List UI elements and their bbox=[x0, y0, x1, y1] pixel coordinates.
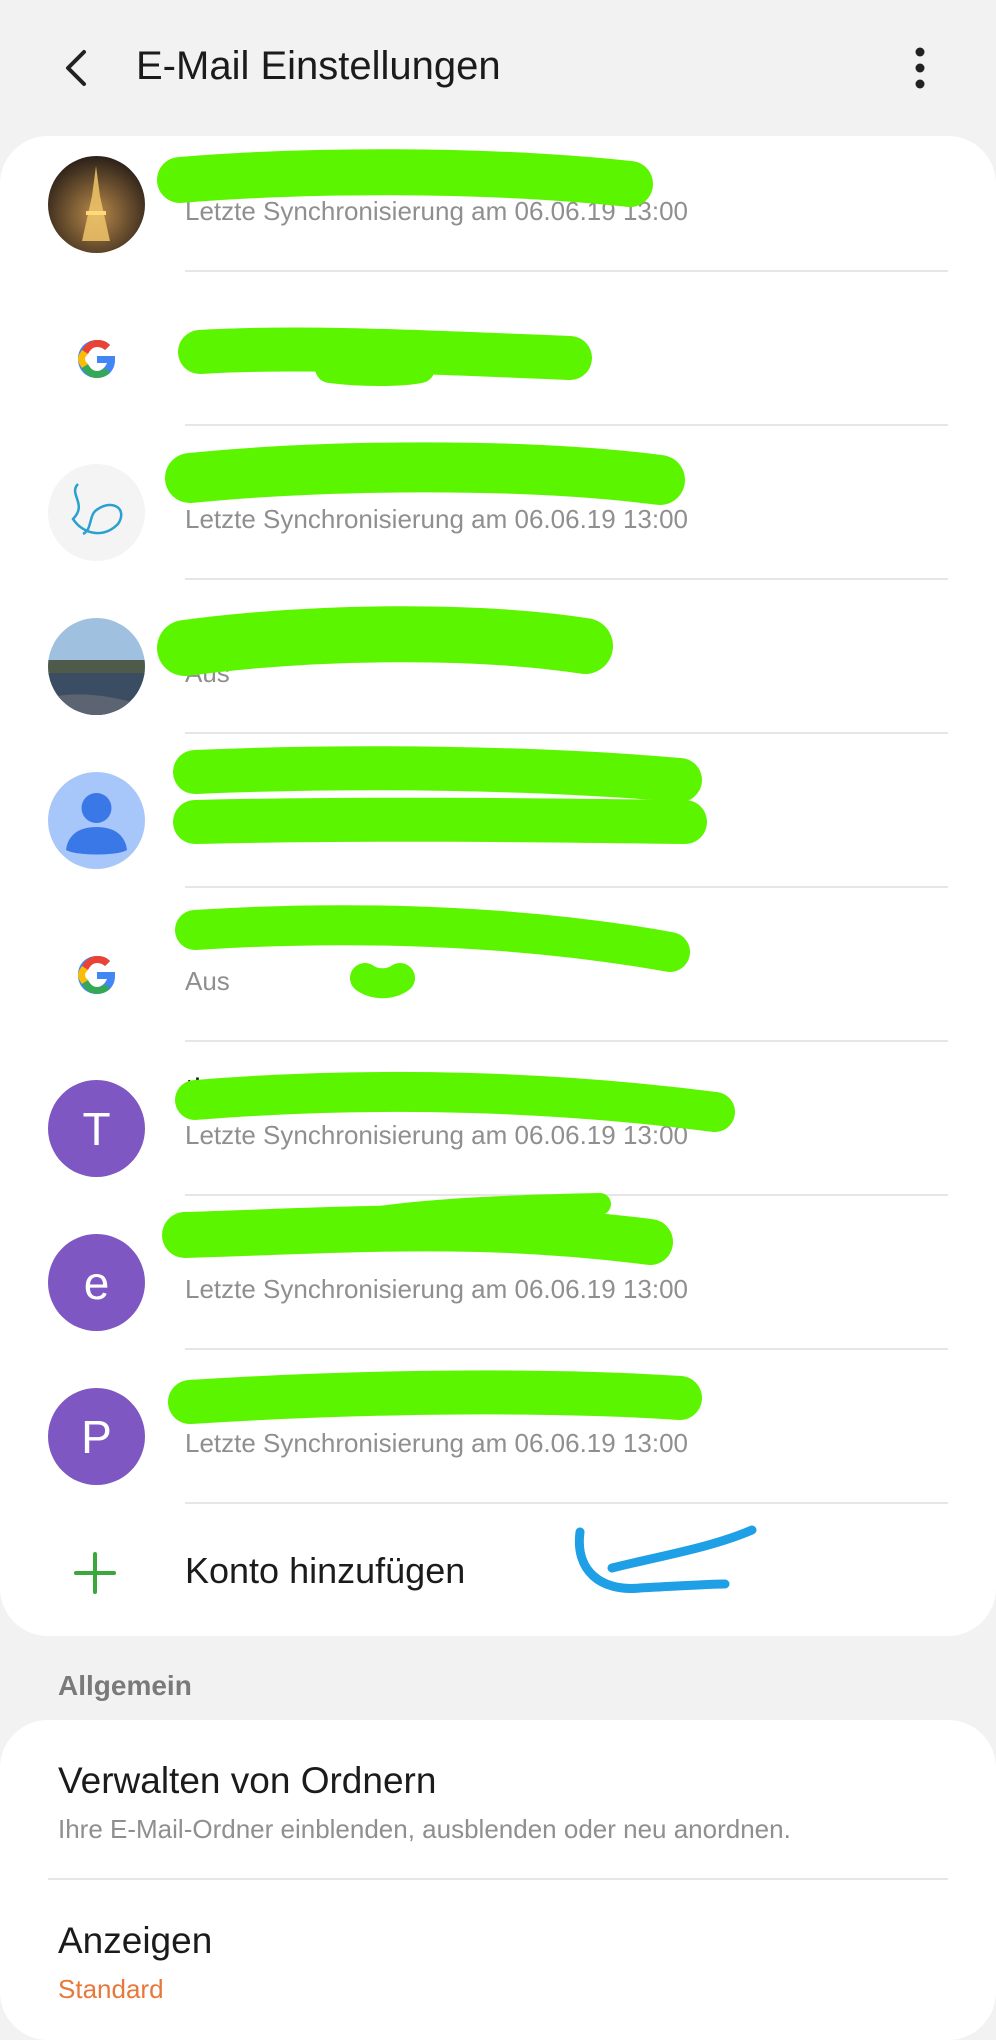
section-label-general: Allgemein bbox=[58, 1670, 192, 1701]
plus-icon bbox=[74, 1552, 116, 1594]
account-name bbox=[185, 764, 956, 806]
setting-subtitle: Ihre E-Mail-Ordner einblenden, ausblende… bbox=[58, 1814, 791, 1844]
manage-folders-item[interactable]: Verwalten von Ordnern Ihre E-Mail-Ordner… bbox=[0, 1720, 996, 1880]
letter-avatar: T bbox=[48, 1080, 145, 1177]
page-title: E-Mail Einstellungen bbox=[136, 44, 501, 88]
google-icon bbox=[48, 926, 145, 1023]
account-name bbox=[185, 918, 956, 960]
google-icon bbox=[48, 310, 145, 407]
eiffel-tower-avatar bbox=[48, 156, 145, 253]
account-row[interactable]: T the Letzte Synchronisierung am 06.06.1… bbox=[0, 1042, 996, 1196]
letter-avatar: P bbox=[48, 1388, 145, 1485]
account-status: Letzte Synchronisierung am 06.06.19 13:0… bbox=[185, 196, 689, 226]
general-settings-card: Verwalten von Ordnern Ihre E-Mail-Ordner… bbox=[0, 1720, 996, 2040]
account-name bbox=[185, 456, 956, 498]
account-status: Letzte Synchronisierung am 06.06.19 13:0… bbox=[185, 1120, 689, 1150]
account-status: Letzte Synchronisierung am 06.06.19 13:0… bbox=[185, 1428, 689, 1458]
account-status: Letzte Synchronisierung am 06.06.19 13:0… bbox=[185, 1274, 689, 1304]
account-row[interactable]: Letzte Synchronisierung am 06.06.19 13:0… bbox=[0, 136, 996, 272]
app-header: E-Mail Einstellungen bbox=[0, 0, 996, 135]
accounts-card: Letzte Synchronisierung am 06.06.19 13:0… bbox=[0, 136, 996, 1636]
setting-title: Anzeigen bbox=[58, 1920, 213, 1961]
account-status: Aus bbox=[185, 966, 230, 996]
divider bbox=[185, 1502, 948, 1504]
account-row[interactable] bbox=[0, 734, 996, 888]
account-name bbox=[185, 302, 956, 344]
letter-avatar: e bbox=[48, 1234, 145, 1331]
account-row[interactable]: Aus bbox=[0, 580, 996, 734]
add-account-button[interactable]: Konto hinzufügen bbox=[0, 1508, 996, 1636]
add-account-label: Konto hinzufügen bbox=[185, 1550, 466, 1591]
default-person-icon bbox=[48, 772, 145, 869]
account-status: Aus bbox=[185, 658, 230, 688]
account-name: the bbox=[185, 1072, 230, 1108]
setting-title: Verwalten von Ordnern bbox=[58, 1760, 437, 1801]
account-name bbox=[185, 1226, 956, 1268]
display-item[interactable]: Anzeigen Standard bbox=[0, 1880, 996, 2040]
setting-value: Standard bbox=[58, 1974, 164, 2004]
account-status: Letzte Synchronisierung am 06.06.19 13:0… bbox=[185, 504, 689, 534]
account-name bbox=[185, 1380, 956, 1422]
account-row[interactable]: P Letzte Synchronisierung am 06.06.19 13… bbox=[0, 1350, 996, 1504]
account-name bbox=[185, 610, 956, 652]
account-row[interactable]: Aus bbox=[0, 888, 996, 1042]
account-row[interactable] bbox=[0, 272, 996, 426]
account-row[interactable]: e Letzte Synchronisierung am 06.06.19 13… bbox=[0, 1196, 996, 1350]
lake-photo-avatar bbox=[48, 618, 145, 715]
more-vert-icon[interactable] bbox=[892, 40, 948, 96]
sketch-avatar bbox=[48, 464, 145, 561]
back-arrow-icon[interactable] bbox=[50, 40, 106, 96]
account-name bbox=[185, 148, 956, 190]
account-row[interactable]: Letzte Synchronisierung am 06.06.19 13:0… bbox=[0, 426, 996, 580]
